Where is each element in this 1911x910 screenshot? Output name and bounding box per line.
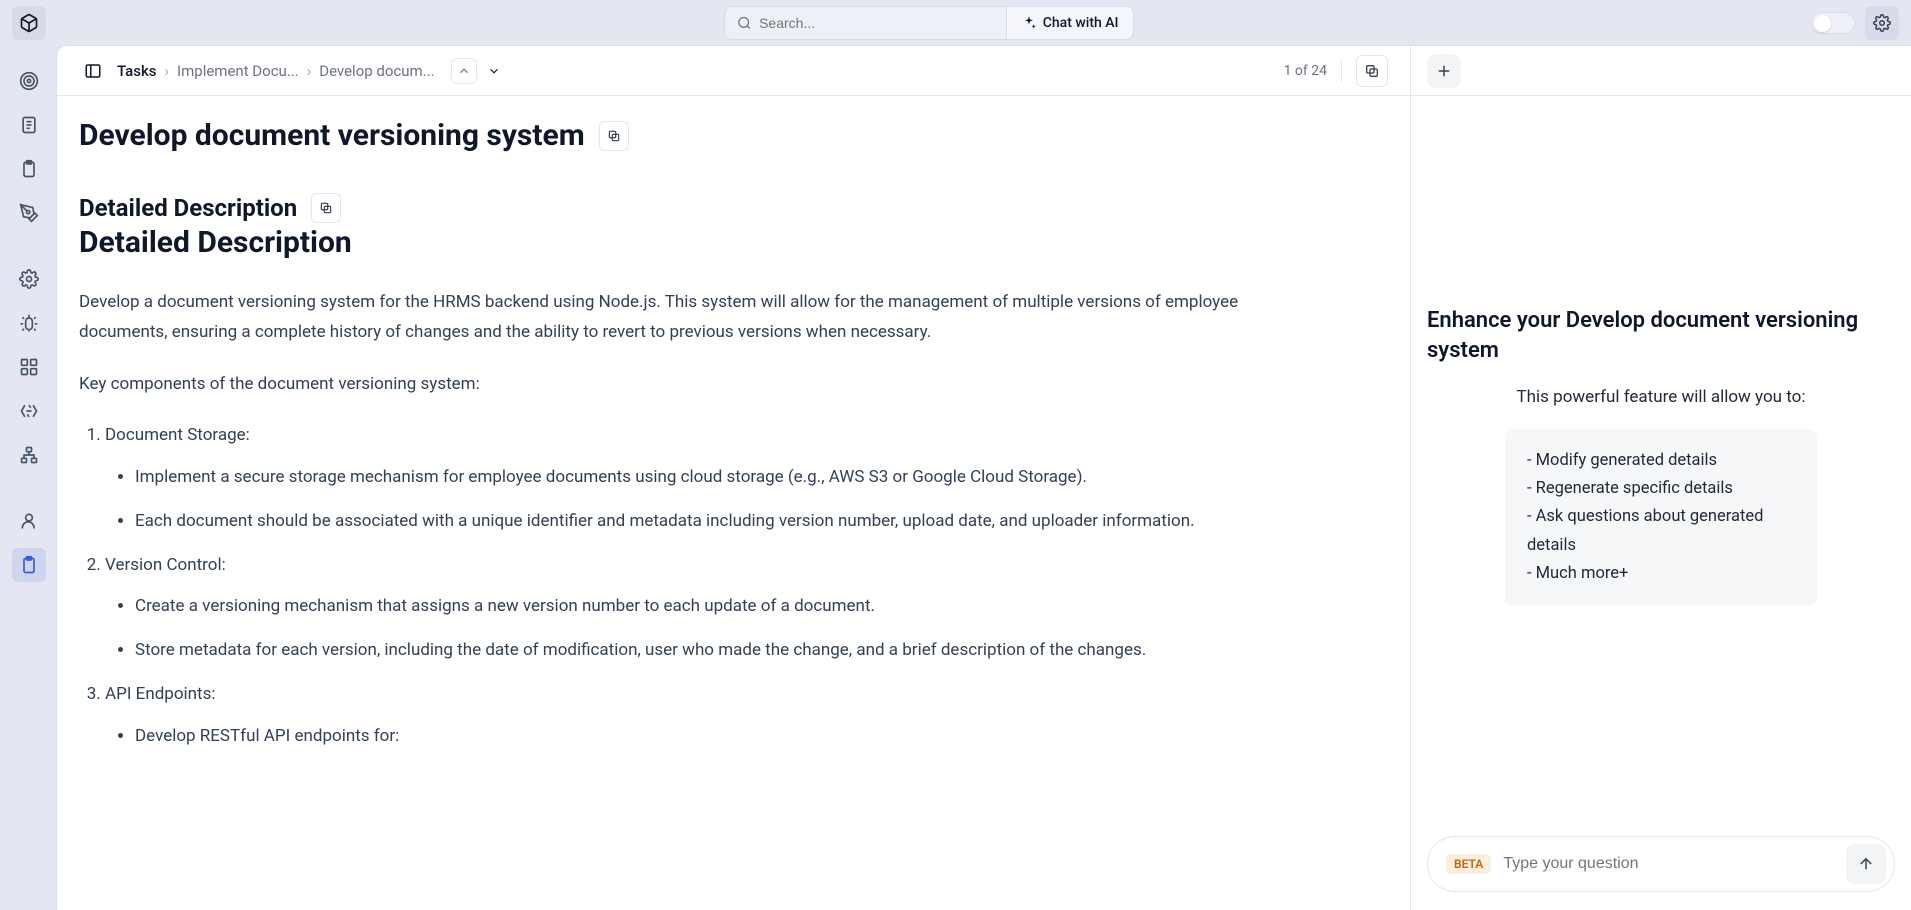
clipboard-check-icon <box>19 555 39 575</box>
sidebar-item-design[interactable] <box>12 196 46 230</box>
chevron-down-icon <box>487 64 501 78</box>
chat-input-bar: BETA <box>1427 836 1895 892</box>
enhance-features-box: - Modify generated details - Regenerate … <box>1505 429 1817 605</box>
cube-icon <box>19 13 39 33</box>
list-sub-item: Each document should be associated with … <box>135 507 1310 537</box>
list-sub-item: Develop RESTful API endpoints for: <box>135 722 1310 752</box>
breadcrumb-mid[interactable]: Implement Docu... <box>177 62 299 80</box>
user-icon <box>19 511 39 531</box>
enhance-point: - Ask questions about generated details <box>1527 503 1795 559</box>
section-label: Detailed Description <box>79 194 297 222</box>
chevron-up-icon <box>457 64 471 78</box>
app-logo[interactable] <box>12 6 46 40</box>
enhance-point: - Much more+ <box>1527 560 1795 588</box>
copy-icon <box>319 201 333 215</box>
list-item: Document Storage: Implement a secure sto… <box>105 421 1310 536</box>
content-scroll[interactable]: Develop document versioning system Detai… <box>57 96 1410 910</box>
copy-section-button[interactable] <box>311 193 341 223</box>
sidebar-item-tasks[interactable] <box>12 548 46 582</box>
sidebar-item-clipboard[interactable] <box>12 152 46 186</box>
recycle-icon <box>19 401 39 421</box>
components-list: Document Storage: Implement a secure sto… <box>79 421 1310 751</box>
breadcrumb-root[interactable]: Tasks <box>117 62 157 80</box>
send-button[interactable] <box>1846 844 1886 884</box>
settings-button[interactable] <box>1865 6 1899 40</box>
file-text-icon <box>19 115 39 135</box>
sidebar-item-notes[interactable] <box>12 108 46 142</box>
chevron-right-icon: › <box>165 62 170 80</box>
sidebar-item-settings[interactable] <box>12 262 46 296</box>
search-box[interactable] <box>725 7 1007 39</box>
pen-tool-icon <box>19 203 39 223</box>
sidebar-item-profile[interactable] <box>12 504 46 538</box>
intro-paragraph: Develop a document versioning system for… <box>79 288 1310 348</box>
content-header: Tasks › Implement Docu... › Develop docu… <box>57 46 1410 96</box>
enhance-subtitle: This powerful feature will allow you to: <box>1427 387 1895 407</box>
sidebar-item-bug[interactable] <box>12 306 46 340</box>
clipboard-icon <box>19 159 39 179</box>
theme-toggle[interactable] <box>1811 12 1855 34</box>
new-thread-button[interactable] <box>1427 54 1461 88</box>
copy-icon <box>607 129 621 143</box>
sidebar-item-recycle[interactable] <box>12 394 46 428</box>
list-sub-item: Implement a secure storage mechanism for… <box>135 463 1310 493</box>
bug-icon <box>19 313 39 333</box>
sitemap-icon <box>19 445 39 465</box>
chat-with-ai-button[interactable]: Chat with AI <box>1007 7 1133 39</box>
sidebar-item-modules[interactable] <box>12 350 46 384</box>
breadcrumb-leaf[interactable]: Develop docum... <box>319 62 434 80</box>
list-item-title: Document Storage: <box>105 425 250 445</box>
enhance-point: - Regenerate specific details <box>1527 475 1795 503</box>
panel-toggle-button[interactable] <box>79 57 107 85</box>
list-sub-item: Store metadata for each version, includi… <box>135 636 1310 666</box>
sidebar-item-org[interactable] <box>12 438 46 472</box>
enhance-title: Enhance your Develop document versioning… <box>1427 306 1895 365</box>
sidebar-item-target[interactable] <box>12 64 46 98</box>
list-item: API Endpoints: Develop RESTful API endpo… <box>105 680 1310 752</box>
copy-title-button[interactable] <box>599 121 629 151</box>
chat-label: Chat with AI <box>1043 15 1119 31</box>
sparkle-icon <box>1021 15 1037 31</box>
search-icon <box>737 15 752 31</box>
divider <box>1341 60 1342 82</box>
pager-text: 1 of 24 <box>1284 63 1327 79</box>
copy-icon <box>1364 63 1380 79</box>
list-item-title: Version Control: <box>105 555 226 575</box>
prev-button[interactable] <box>451 58 477 84</box>
enhance-point: - Modify generated details <box>1527 447 1795 475</box>
grid-icon <box>19 357 39 377</box>
breadcrumb: Tasks › Implement Docu... › Develop docu… <box>117 62 435 80</box>
copy-button[interactable] <box>1356 55 1388 87</box>
list-item: Version Control: Create a versioning mec… <box>105 551 1310 666</box>
gear-icon <box>19 269 39 289</box>
topbar: Chat with AI <box>0 0 1911 46</box>
list-item-title: API Endpoints: <box>105 684 216 704</box>
right-panel: Enhance your Develop document versioning… <box>1411 46 1911 910</box>
sidebar <box>0 46 57 910</box>
chevron-right-icon: › <box>307 62 312 80</box>
arrow-up-icon <box>1857 855 1875 873</box>
plus-icon <box>1435 62 1453 80</box>
section-heading: Detailed Description <box>79 225 1310 260</box>
target-icon <box>19 71 39 91</box>
lead-in-paragraph: Key components of the document versionin… <box>79 370 1310 400</box>
next-button[interactable] <box>481 58 507 84</box>
search-chat-bar: Chat with AI <box>724 6 1134 40</box>
list-sub-item: Create a versioning mechanism that assig… <box>135 592 1310 622</box>
search-input[interactable] <box>759 15 994 31</box>
page-title: Develop document versioning system <box>79 118 585 153</box>
chat-input[interactable] <box>1503 855 1834 873</box>
gear-icon <box>1873 14 1891 32</box>
panel-left-icon <box>84 62 102 80</box>
beta-badge: BETA <box>1446 854 1491 874</box>
